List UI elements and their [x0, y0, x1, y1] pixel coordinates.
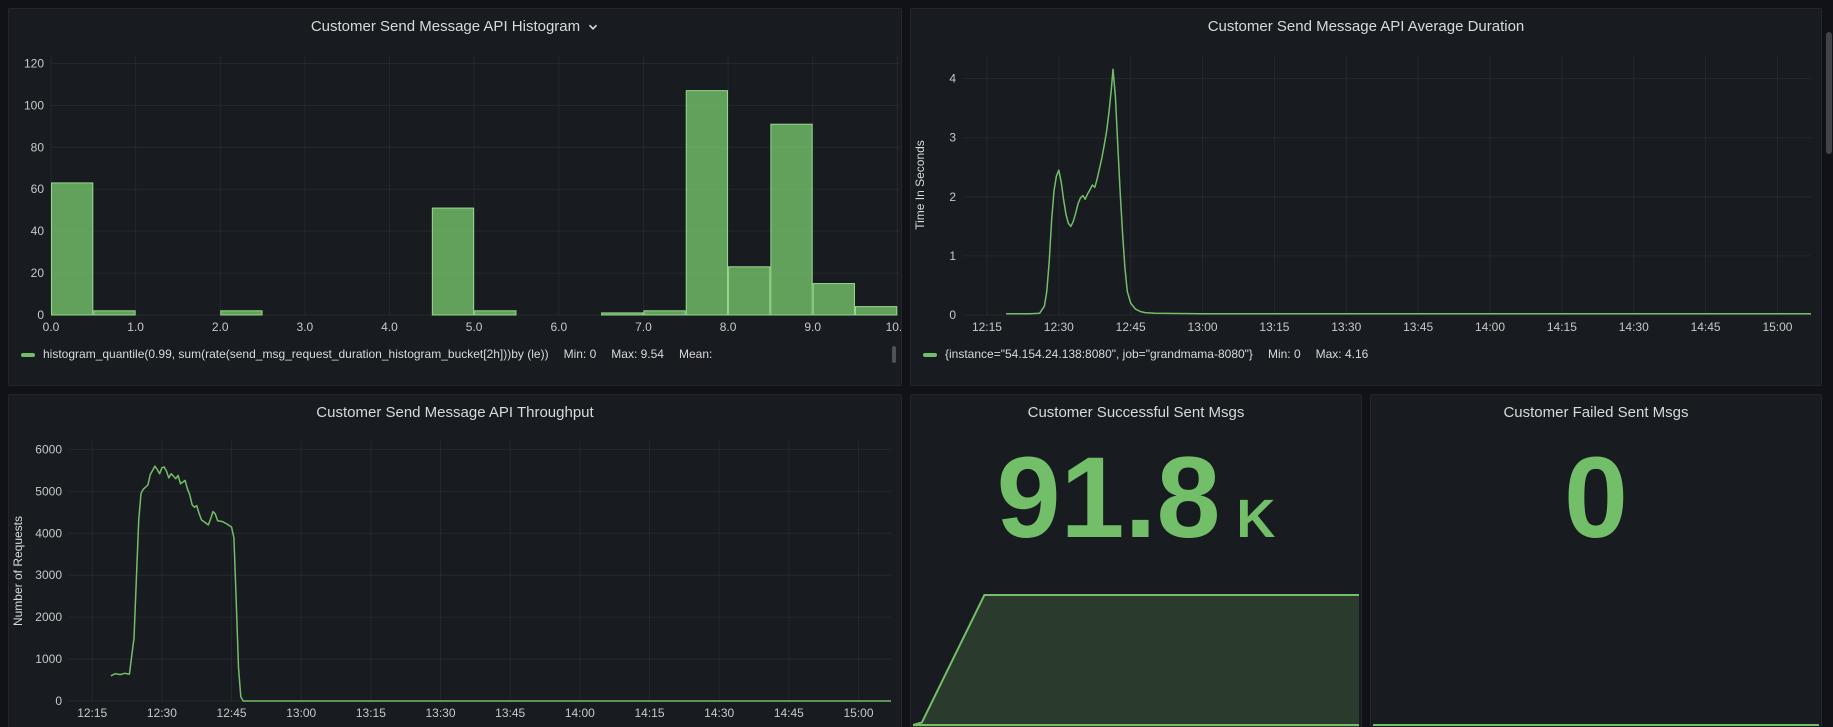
svg-text:0: 0 [55, 694, 62, 708]
svg-text:Number of Requests: Number of Requests [11, 516, 25, 626]
stat-number: 91.8 [997, 433, 1221, 563]
svg-text:13:30: 13:30 [426, 706, 456, 720]
successful-stat-body: 91.8 K [911, 429, 1361, 727]
svg-text:15:00: 15:00 [1762, 320, 1792, 334]
svg-text:0.0: 0.0 [43, 320, 60, 334]
panel-title-failed[interactable]: Customer Failed Sent Msgs [1371, 395, 1821, 429]
successful-stat-value: 91.8 K [911, 433, 1361, 573]
svg-text:3: 3 [949, 131, 956, 145]
svg-text:13:45: 13:45 [1403, 320, 1433, 334]
svg-text:12:45: 12:45 [1116, 320, 1146, 334]
svg-text:14:45: 14:45 [1691, 320, 1721, 334]
panel-title-text: Customer Failed Sent Msgs [1503, 404, 1688, 421]
svg-text:13:15: 13:15 [1259, 320, 1289, 334]
chevron-down-icon [587, 21, 599, 33]
svg-text:20: 20 [31, 266, 45, 280]
svg-text:100: 100 [24, 98, 44, 112]
panel-title-successful[interactable]: Customer Successful Sent Msgs [911, 395, 1361, 429]
panel-throughput: Customer Send Message API Throughput 12:… [8, 394, 902, 727]
panel-title-histogram[interactable]: Customer Send Message API Histogram [9, 9, 901, 43]
svg-text:1.0: 1.0 [127, 320, 144, 334]
svg-text:40: 40 [31, 224, 45, 238]
panel-title-text: Customer Successful Sent Msgs [1028, 404, 1245, 421]
svg-text:13:45: 13:45 [495, 706, 525, 720]
legend-swatch [923, 353, 937, 357]
svg-text:120: 120 [24, 56, 44, 70]
scrollbar-thumb[interactable] [1826, 32, 1832, 154]
svg-text:12:15: 12:15 [77, 706, 107, 720]
panel-avg-duration: Customer Send Message API Average Durati… [910, 8, 1822, 386]
grafana-dashboard: Customer Send Message API Histogram 0.0 1… [0, 0, 1833, 727]
svg-text:14:00: 14:00 [565, 706, 595, 720]
panel-successful-msgs: Customer Successful Sent Msgs 91.8 K [910, 394, 1362, 727]
svg-text:13:00: 13:00 [1188, 320, 1218, 334]
panel-title-text: Customer Send Message API Throughput [316, 404, 593, 421]
svg-text:14:30: 14:30 [704, 706, 734, 720]
svg-text:2.0: 2.0 [212, 320, 229, 334]
avg-duration-chart[interactable]: 12:15 12:30 12:45 13:00 13:15 13:30 13:45 14:00… [911, 43, 1821, 345]
svg-text:2000: 2000 [35, 610, 62, 624]
svg-text:10.0: 10.0 [886, 320, 901, 334]
legend-swatch [21, 353, 35, 357]
svg-text:2: 2 [949, 190, 956, 204]
svg-text:13:00: 13:00 [286, 706, 316, 720]
stat-number: 0 [1564, 433, 1628, 563]
panel-title-text: Customer Send Message API Histogram [311, 18, 580, 35]
svg-text:3000: 3000 [35, 568, 62, 582]
svg-text:0: 0 [949, 308, 956, 322]
svg-text:15:00: 15:00 [843, 706, 873, 720]
svg-text:12:30: 12:30 [1044, 320, 1074, 334]
histogram-chart[interactable]: 0.0 1.0 2.0 3.0 4.0 5.0 6.0 7.0 8.0 9.0 10.0 0 20 40 6… [9, 43, 901, 345]
avg-duration-legend: {instance="54.154.24.138:8080", job="gra… [911, 345, 1821, 385]
panel-title-throughput[interactable]: Customer Send Message API Throughput [9, 395, 901, 429]
svg-text:8.0: 8.0 [720, 320, 737, 334]
panel-title-text: Customer Send Message API Average Durati… [1208, 18, 1525, 35]
svg-text:14:15: 14:15 [1547, 320, 1577, 334]
throughput-chart[interactable]: 12:15 12:30 12:45 13:00 13:15 13:30 13:45 14:00… [9, 429, 901, 727]
svg-text:5.0: 5.0 [466, 320, 483, 334]
legend-mean-stat: Mean: [679, 347, 712, 362]
svg-text:14:30: 14:30 [1619, 320, 1649, 334]
legend-min-stat: Min: 0 [1268, 347, 1301, 362]
svg-text:4000: 4000 [35, 526, 62, 540]
svg-text:4: 4 [949, 72, 956, 86]
legend-max-stat: Max: 9.54 [611, 347, 664, 362]
svg-text:4.0: 4.0 [381, 320, 398, 334]
svg-text:12:30: 12:30 [147, 706, 177, 720]
page-scrollbar[interactable] [1824, 0, 1833, 727]
histogram-legend: histogram_quantile(0.99, sum(rate(send_m… [9, 345, 901, 385]
legend-min-stat: Min: 0 [564, 347, 597, 362]
svg-text:0: 0 [37, 308, 44, 322]
svg-text:9.0: 9.0 [804, 320, 821, 334]
svg-text:1000: 1000 [35, 652, 62, 666]
svg-text:3.0: 3.0 [297, 320, 314, 334]
legend-scrollbar[interactable] [892, 346, 896, 363]
svg-text:60: 60 [31, 182, 45, 196]
failed-sparkline [1373, 593, 1819, 727]
svg-text:1: 1 [949, 249, 956, 263]
legend-series-label[interactable]: histogram_quantile(0.99, sum(rate(send_m… [43, 347, 549, 362]
legend-series-label[interactable]: {instance="54.154.24.138:8080", job="gra… [945, 347, 1253, 362]
failed-stat-body: 0 [1371, 429, 1821, 727]
successful-sparkline [913, 593, 1359, 727]
svg-text:12:45: 12:45 [217, 706, 247, 720]
svg-text:5000: 5000 [35, 484, 62, 498]
svg-text:6.0: 6.0 [550, 320, 567, 334]
svg-text:14:45: 14:45 [774, 706, 804, 720]
svg-text:80: 80 [31, 140, 45, 154]
svg-text:13:15: 13:15 [356, 706, 386, 720]
svg-text:14:00: 14:00 [1475, 320, 1505, 334]
panel-histogram: Customer Send Message API Histogram 0.0 1… [8, 8, 902, 386]
svg-text:13:30: 13:30 [1331, 320, 1361, 334]
svg-text:7.0: 7.0 [635, 320, 652, 334]
panel-title-avg-duration[interactable]: Customer Send Message API Average Durati… [911, 9, 1821, 43]
legend-max-stat: Max: 4.16 [1316, 347, 1369, 362]
svg-text:Time In Seconds: Time In Seconds [913, 140, 927, 230]
svg-text:14:15: 14:15 [634, 706, 664, 720]
stat-unit-suffix: K [1236, 488, 1275, 550]
panel-failed-msgs: Customer Failed Sent Msgs 0 [1370, 394, 1822, 727]
failed-stat-value: 0 [1371, 433, 1821, 573]
svg-text:6000: 6000 [35, 442, 62, 456]
svg-text:12:15: 12:15 [972, 320, 1002, 334]
